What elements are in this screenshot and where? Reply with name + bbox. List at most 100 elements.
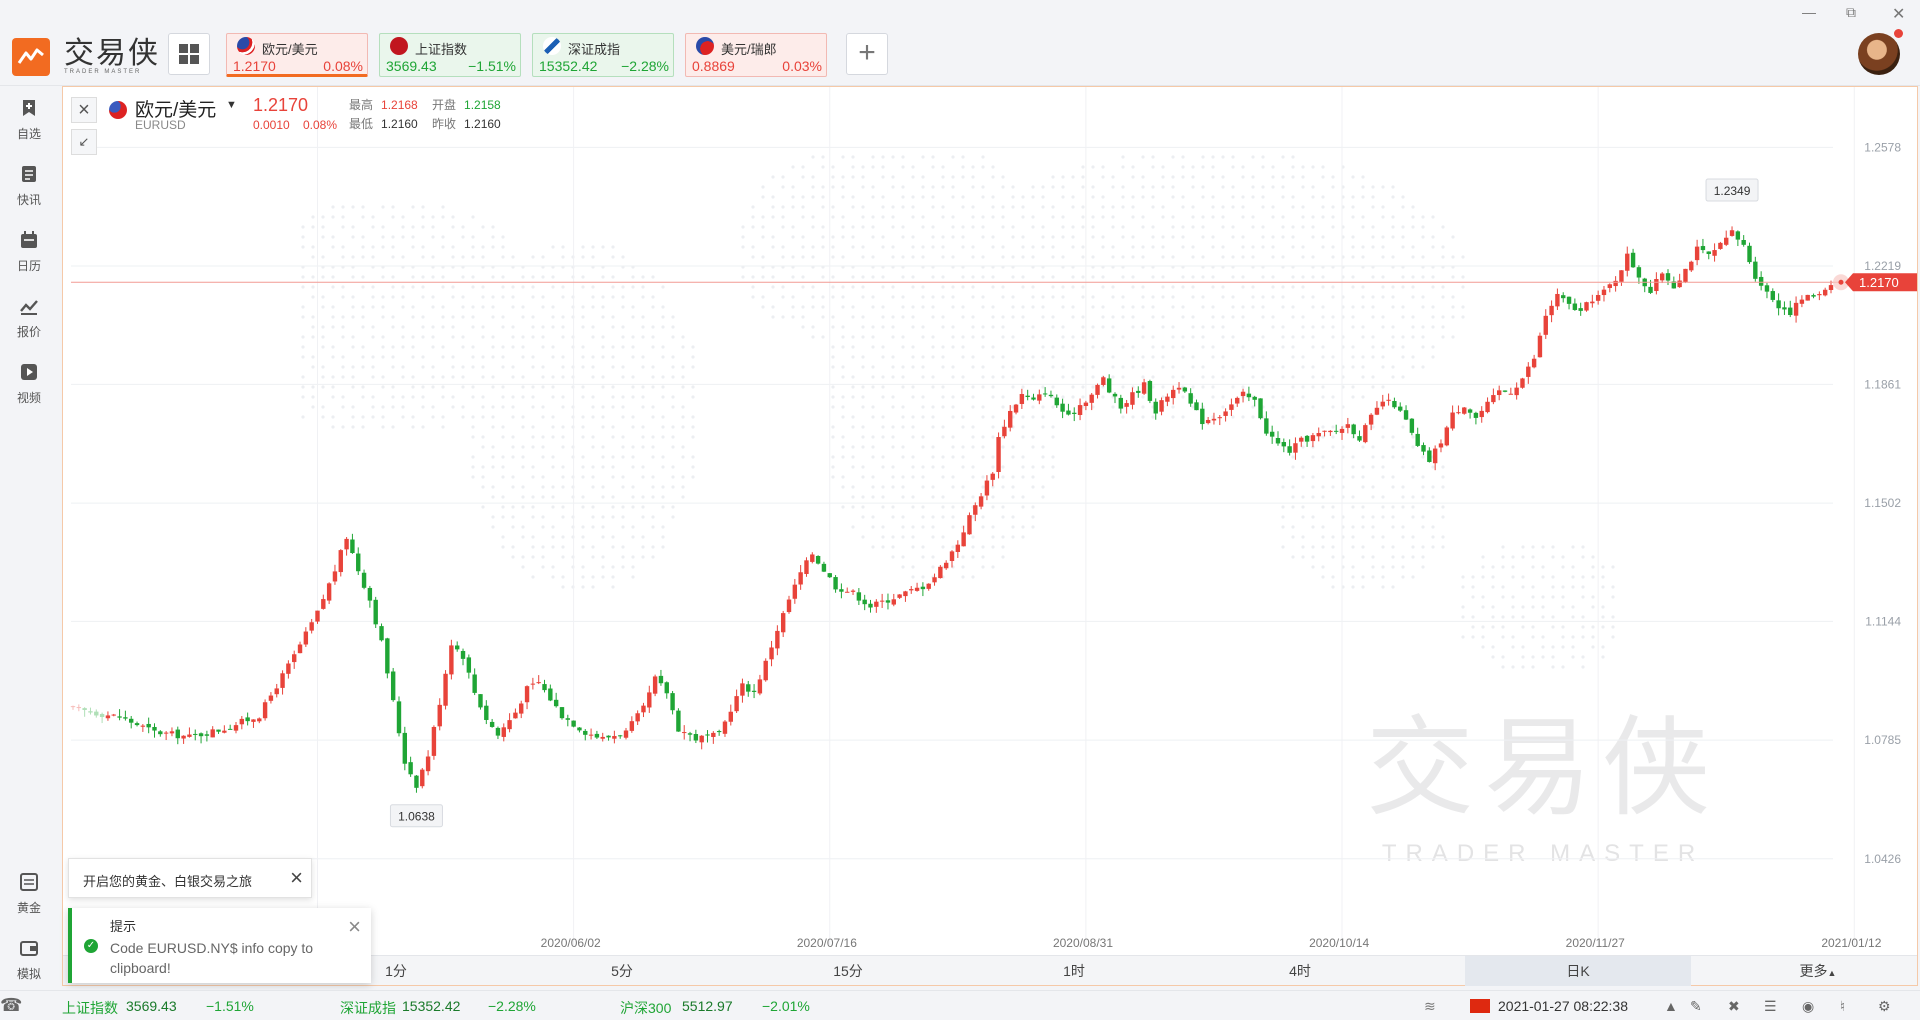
map-dot [831,165,835,169]
map-dot [981,185,985,189]
map-dot [811,175,815,179]
map-dot [771,275,775,279]
headset-icon[interactable]: ☎ [0,995,22,1016]
map-dot [531,295,535,299]
map-dot [801,205,805,209]
candle-body [693,733,699,741]
map-dot [1351,455,1355,459]
map-dot [841,195,845,199]
map-dot [1391,555,1395,559]
camera-icon[interactable]: ◉ [1802,998,1814,1015]
map-dot [1531,585,1535,589]
map-dot [1301,225,1305,229]
china-flag-icon [1470,999,1490,1013]
map-dot [871,155,875,159]
sidebar-item-watchlist[interactable]: 自选 [0,98,58,142]
candle [1165,393,1170,407]
map-dot [1571,655,1575,659]
layout-grid-button[interactable] [168,33,210,75]
map-dot [611,455,615,459]
map-dot [531,325,535,329]
map-dot [821,315,825,319]
sidebar-item-demo[interactable]: 模拟 [0,938,58,982]
list-icon[interactable]: ☰ [1764,998,1777,1015]
collapse-chart-button[interactable]: ↙ [71,129,97,155]
candlestick-chart[interactable]: 交易侠TRADER MASTER 1.25781.22191.18611.150… [63,87,1917,955]
map-dot [1231,155,1235,159]
candle [914,582,920,592]
sidebar-item-quotes[interactable]: 报价 [0,296,58,340]
map-dot [1291,195,1295,199]
map-dot [631,505,635,509]
map-dot [921,185,925,189]
map-dot [331,345,335,349]
sidebar-item-calendar[interactable]: 日历 [0,230,58,274]
map-dot [1241,235,1245,239]
map-dot [1301,255,1305,259]
map-dot [1481,625,1485,629]
map-dot [1321,315,1325,319]
ticker-tab-usdchf[interactable]: 美元/瑞郎 0.8869 0.03% [685,33,827,77]
candle [1281,438,1287,453]
map-dot [1211,285,1215,289]
sidebar-item-gold[interactable]: 黄金 [0,872,58,916]
candle [1735,230,1741,247]
ticker-tab-sse[interactable]: 上证指数 3569.43 −1.51% [379,33,521,77]
user-avatar[interactable] [1858,33,1900,75]
timeframe-1h[interactable]: 1时 [961,956,1187,986]
map-dot [831,475,835,479]
timeframe-4h[interactable]: 4时 [1187,956,1413,986]
candle-body [1095,384,1100,395]
map-dot [1251,405,1255,409]
restore-icon[interactable]: ⧉ [1846,4,1856,21]
candle [1427,447,1432,463]
toast-close-icon[interactable]: × [348,914,361,940]
map-dot [1321,195,1325,199]
map-dot [1351,395,1355,399]
sidebar-item-news[interactable]: 快讯 [0,164,58,208]
map-dot [1501,595,1505,599]
timeframe-5m[interactable]: 5分 [509,956,735,986]
candle-body [1392,401,1397,408]
map-dot [541,365,545,369]
candle-body [891,599,896,605]
close-window-icon[interactable]: ✕ [1892,4,1905,24]
promo-close-icon[interactable]: × [290,865,303,891]
toast-title: 提示 [110,919,137,934]
map-dot [461,305,465,309]
ticker-tab-szse[interactable]: 深证成指 15352.42 −2.28% [532,33,674,77]
map-dot [791,205,795,209]
close-chart-button[interactable]: × [71,97,97,123]
candle [1182,386,1188,393]
map-dot [921,505,925,509]
map-dot [591,395,595,399]
settings-icon[interactable]: ⚙ [1878,998,1891,1015]
map-dot [381,385,385,389]
map-dot [841,375,845,379]
map-dot [691,475,695,479]
add-ticker-button[interactable]: + [846,33,888,75]
map-dot [1031,405,1035,409]
map-dot [1351,475,1355,479]
caret-up-icon[interactable]: ▲ [1664,998,1678,1014]
map-dot [1361,285,1365,289]
symbol-dropdown-icon[interactable]: ▼ [226,99,237,111]
network-icon[interactable]: ≋ [1424,998,1436,1015]
map-dot [761,235,765,239]
timeframe-daily[interactable]: 日K [1465,956,1691,986]
map-dot [551,505,555,509]
mute-icon[interactable]: ♮ [1840,998,1845,1015]
timeframe-15m[interactable]: 15分 [735,956,961,986]
ticker-tab-eurusd[interactable]: 欧元/美元 1.2170 0.08% [226,33,368,77]
draw-icon[interactable]: ✎ [1690,998,1702,1015]
map-dot [471,435,475,439]
minimize-icon[interactable]: — [1802,4,1816,20]
max-label: 1.2349 [1714,184,1751,198]
map-dot [1041,235,1045,239]
map-dot [591,575,595,579]
map-dot [881,355,885,359]
map-dot [1521,605,1525,609]
tools-icon[interactable]: ✖ [1728,998,1740,1015]
more-timeframes-button[interactable]: 更多▲ [1763,956,1873,986]
sidebar-item-video[interactable]: 视频 [0,362,58,406]
